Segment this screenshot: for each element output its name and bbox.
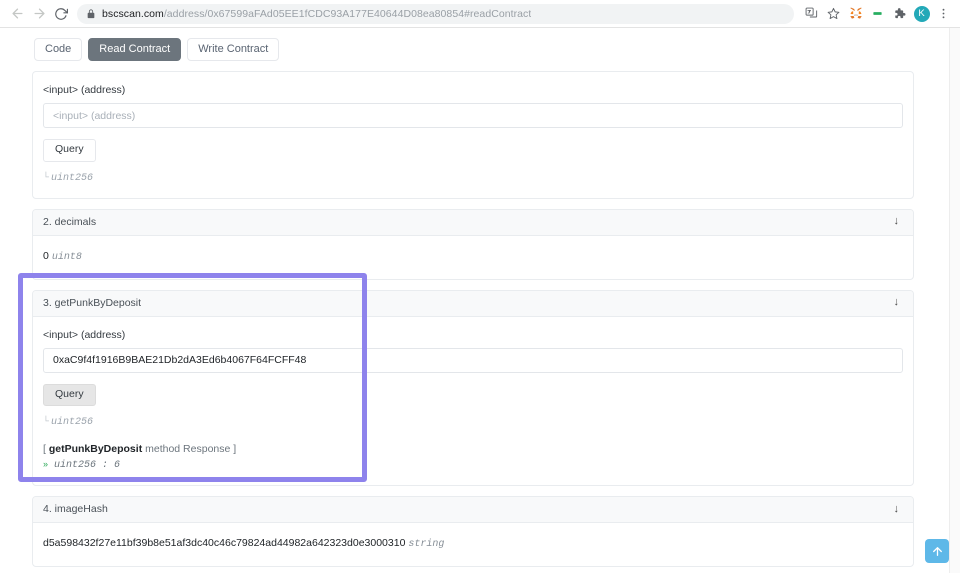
browser-action-icons: K [801,3,954,24]
method-header-2[interactable]: 2. decimals ↓ [33,209,913,236]
method-card-2: 2. decimals ↓ 0 uint8 [32,208,914,280]
contract-tabs: Code Read Contract Write Contract [32,36,914,71]
translate-icon[interactable] [801,3,822,24]
value-type-2: uint8 [51,251,82,263]
method-card-3: 3. getPunkByDeposit ↓ <input> (address) … [32,289,914,487]
address-bar[interactable]: bscscan.com/address/0x67599aFAd05EE1fCDC… [77,3,794,24]
query-button-1[interactable]: Query [43,139,96,162]
method-card-1: <input> (address) Query └uint256 [32,71,914,199]
extensions-puzzle-icon[interactable] [889,3,910,24]
avatar-initial: K [913,5,930,22]
return-type-text-3: uint256 [51,417,94,429]
url-domain: bscscan.com [102,7,164,20]
elbow-glyph-1: └ [43,172,50,184]
profile-avatar[interactable]: K [911,3,932,24]
method-body-4: d5a598432f27e11bf39b8e51af3dc40c46c79824… [33,523,913,566]
arrow-up-icon [932,546,942,556]
method-title-4: 4. imageHash [43,503,108,516]
value-text-2: 0 [43,249,49,262]
browser-menu-icon[interactable] [933,3,954,24]
double-chevron-icon-3: » [43,459,48,470]
response-title-3: [ getPunkByDeposit method Response ] [43,443,903,455]
forward-button[interactable] [28,3,50,25]
small-extension-icon[interactable] [867,3,888,24]
metamask-extension-icon[interactable] [845,3,866,24]
tab-code[interactable]: Code [34,38,83,62]
method-title-3: 3. getPunkByDeposit [43,296,142,309]
collapse-arrow-icon-3[interactable]: ↓ [894,297,900,308]
elbow-glyph-3: └ [43,417,50,429]
return-type-1: └ uint256 [43,173,903,184]
tab-write-contract[interactable]: Write Contract [187,38,280,62]
arrow-right-icon [34,8,44,19]
method-card-4: 4. imageHash ↓ d5a598432f27e11bf39b8e51a… [32,496,914,568]
method-value-2: 0 uint8 [43,248,903,265]
collapse-arrow-icon-4[interactable]: ↓ [894,503,900,515]
response-method-name-3: getPunkByDeposit [48,443,143,456]
collapse-arrow-icon-2[interactable]: ↓ [894,216,900,227]
url-text: bscscan.com/address/0x67599aFAd05EE1fCDC… [102,8,531,20]
method-value-4: d5a598432f27e11bf39b8e51af3dc40c46c79824… [43,535,903,552]
address-input-1[interactable] [43,103,903,129]
method-body-3: <input> (address) Query └uint256 [ getPu… [33,317,913,486]
reload-icon [55,7,68,20]
input-label-1: <input> (address) [43,84,126,97]
read-contract-panel: Code Read Contract Write Contract <input… [0,28,946,573]
tab-read-contract[interactable]: Read Contract [88,38,182,62]
url-path: /address/0x67599aFAd05EE1fCDC93A177E4064… [163,7,532,20]
method-response-3: [ getPunkByDeposit method Response ] » u… [43,443,903,471]
bookmark-star-icon[interactable] [823,3,844,24]
return-type-text-1: uint256 [51,172,94,184]
browser-toolbar: bscscan.com/address/0x67599aFAd05EE1fCDC… [0,0,960,28]
method-title-2: 2. decimals [43,215,97,228]
lock-icon [86,8,96,19]
response-suffix-3: method Response ] [142,443,237,456]
method-header-3[interactable]: 3. getPunkByDeposit ↓ [33,290,913,317]
method-header-4[interactable]: 4. imageHash ↓ [33,497,913,524]
address-input-3[interactable] [43,347,903,373]
response-value-3: uint256 : 6 [54,460,121,472]
input-label-3: <input> (address) [43,328,126,341]
value-type-4: string [408,539,445,551]
reload-button[interactable] [50,3,72,25]
page-content: Code Read Contract Write Contract <input… [0,28,960,573]
back-button[interactable] [6,3,28,25]
scroll-to-top-button[interactable] [925,539,949,563]
method-body-2: 0 uint8 [33,236,913,279]
page-scrollbar[interactable] [949,28,960,573]
query-button-3[interactable]: Query [43,383,96,407]
arrow-left-icon [12,8,22,19]
return-type-3: └ uint256 [43,417,903,428]
value-text-4: d5a598432f27e11bf39b8e51af3dc40c46c79824… [43,537,406,550]
response-value-row-3: » uint256 : 6 [43,459,903,471]
method-body-1: <input> (address) Query └uint256 [33,72,913,198]
